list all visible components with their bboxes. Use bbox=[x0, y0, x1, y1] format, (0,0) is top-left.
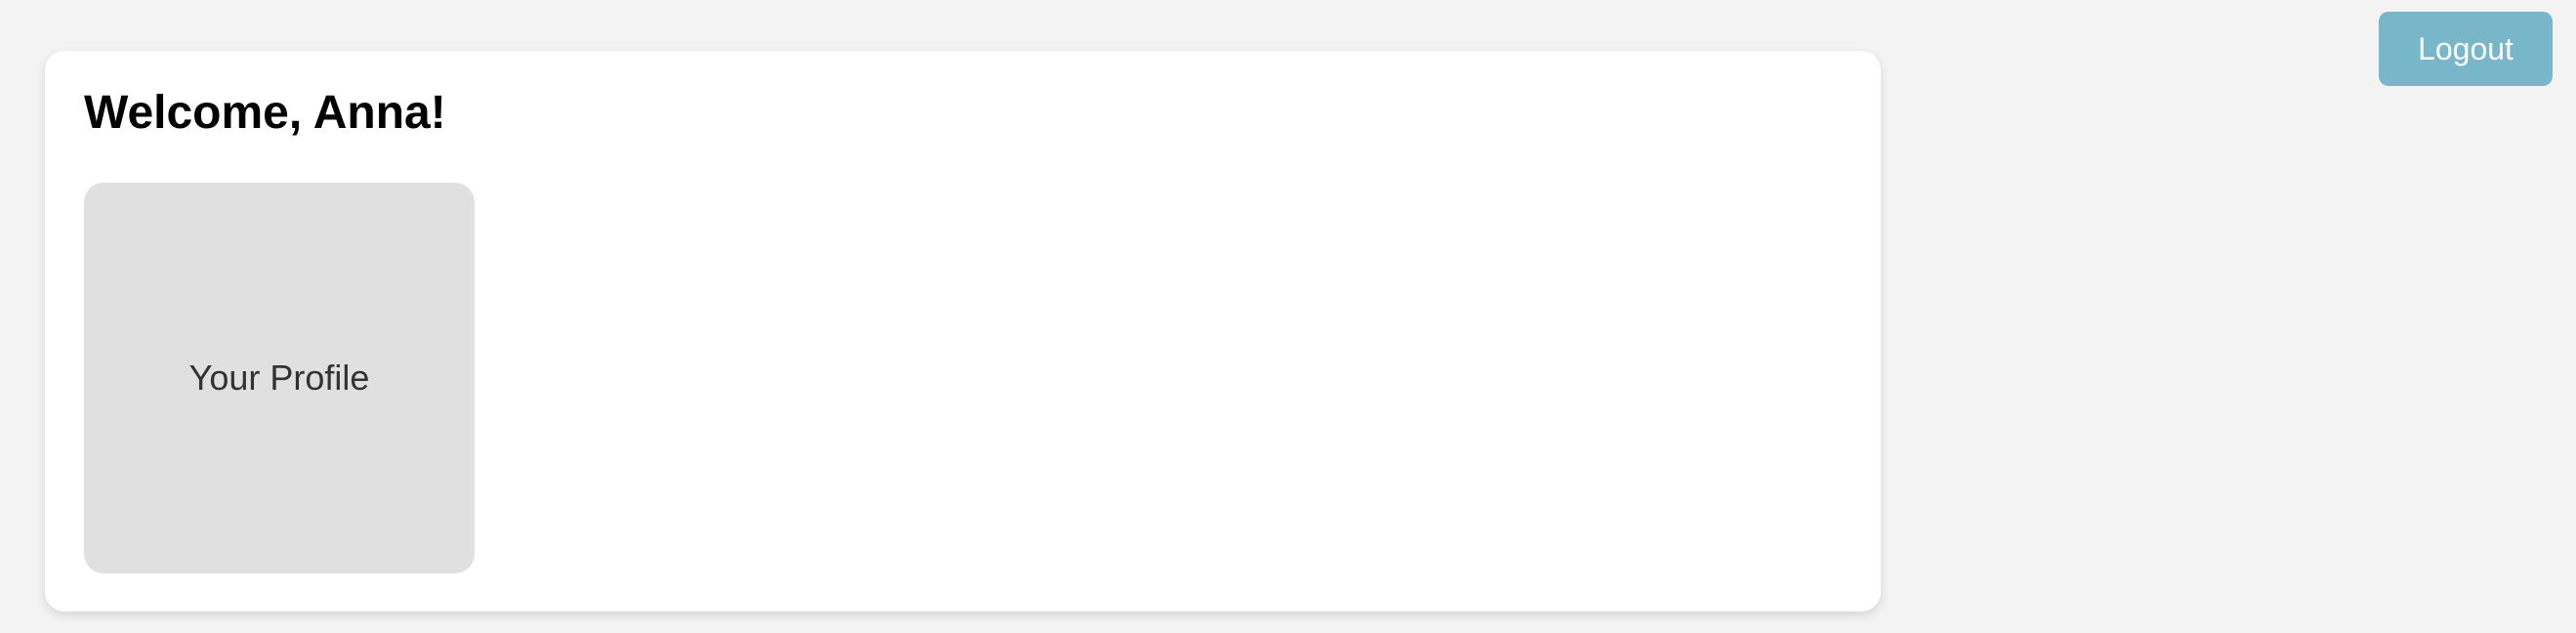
logout-button[interactable]: Logout bbox=[2379, 12, 2553, 86]
profile-tile[interactable]: Your Profile bbox=[84, 183, 475, 573]
profile-tile-label: Your Profile bbox=[188, 358, 370, 398]
welcome-card: Welcome, Anna! Your Profile bbox=[45, 51, 1881, 612]
page-title: Welcome, Anna! bbox=[84, 87, 446, 139]
